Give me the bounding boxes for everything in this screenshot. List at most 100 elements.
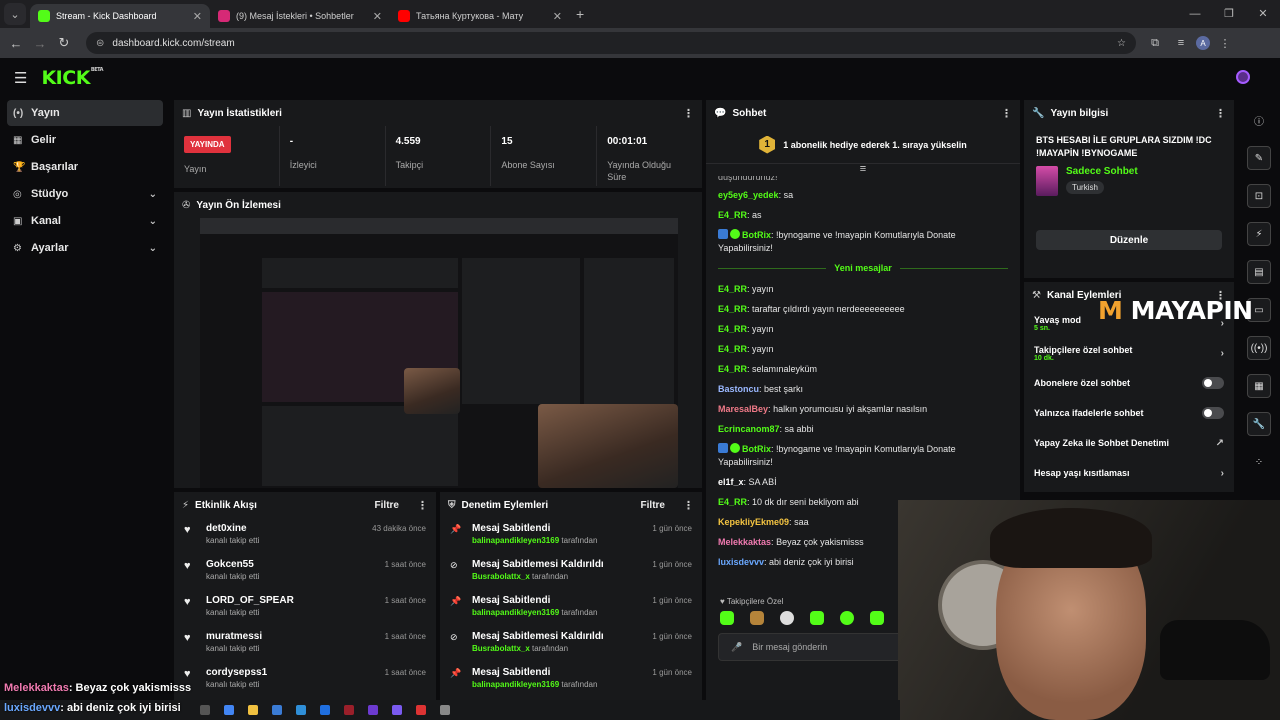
more-options-icon[interactable]: ⋮ xyxy=(683,107,694,120)
tab-close-icon[interactable]: ✕ xyxy=(193,10,202,23)
moderation-item[interactable]: 📌 Mesaj Sabitlendi balinapandikleyen3169 t… xyxy=(440,518,702,554)
back-icon[interactable]: ← xyxy=(4,36,28,51)
emote-icon[interactable] xyxy=(750,611,764,625)
sidebar-item-5[interactable]: ⚙ Ayarlar ⌄ xyxy=(7,235,163,261)
moderation-item[interactable]: ⊘ Mesaj Sabitlemesi Kaldırıldı Busrabolatt… xyxy=(440,554,702,590)
taskbar-app-icon[interactable] xyxy=(416,705,426,715)
ai-mod-row[interactable]: Yapay Zeka ile Sohbet Denetimi ↗ xyxy=(1024,428,1234,458)
more-options-icon[interactable]: ⋮ xyxy=(1001,107,1012,120)
chat-username[interactable]: BotRix xyxy=(742,444,771,454)
emote-chat-toggle[interactable] xyxy=(1202,407,1224,419)
moderation-filter-button[interactable]: Filtre xyxy=(641,500,665,511)
emote-icon[interactable] xyxy=(720,611,734,625)
chat-username[interactable]: E4_RR xyxy=(718,324,747,334)
broadcast-signal-icon[interactable]: ((•)) xyxy=(1247,336,1271,360)
sidebar-item-3[interactable]: ◎ Stüdyo ⌄ xyxy=(7,181,163,207)
activity-item[interactable]: ♥ det0xine kanalı takip etti 43 dakika önce xyxy=(174,518,436,554)
emote-icon[interactable] xyxy=(810,611,824,625)
sidebar-item-0[interactable]: (•) Yayın xyxy=(7,100,163,126)
activity-item[interactable]: ♥ Gokcen55 kanalı takip etti 1 saat önce xyxy=(174,554,436,590)
layout-icon[interactable]: ▦ xyxy=(1247,374,1271,398)
kick-logo[interactable]: KICKBETA xyxy=(41,67,103,89)
taskbar-app-icon[interactable] xyxy=(368,705,378,715)
moderation-user[interactable]: Busrabolattx_x xyxy=(472,572,530,581)
chat-username[interactable]: luxisdevvv xyxy=(718,557,764,567)
user-avatar[interactable] xyxy=(1236,70,1250,84)
taskbar-app-icon[interactable] xyxy=(248,705,258,715)
clipboard-icon[interactable]: ▤ xyxy=(1247,260,1271,284)
chat-username[interactable]: E4_RR xyxy=(718,344,747,354)
taskbar-app-icon[interactable] xyxy=(392,705,402,715)
wrench-rail-icon[interactable]: 🔧 xyxy=(1247,412,1271,436)
activity-item[interactable]: ♥ cordysepss1 kanalı takip etti 1 saat önce xyxy=(174,662,436,698)
info-icon[interactable]: ⓘ xyxy=(1247,108,1271,132)
chat-username[interactable]: Melekkaktas xyxy=(718,537,771,547)
chat-username[interactable]: ey5ey6_yedek xyxy=(718,190,779,200)
taskbar-app-icon[interactable] xyxy=(440,705,450,715)
moderation-user[interactable]: balinapandikleyen3169 xyxy=(472,680,559,689)
emote-icon[interactable] xyxy=(870,611,884,625)
more-options-icon[interactable]: ⋮ xyxy=(683,499,694,512)
tab-search-icon[interactable]: ⌄ xyxy=(4,3,26,25)
minimize-icon[interactable]: — xyxy=(1178,0,1212,28)
activity-item[interactable]: ♥ LORD_OF_SPEAR kanalı takip etti 1 saat ön… xyxy=(174,590,436,626)
reload-icon[interactable]: ↻ xyxy=(52,35,76,51)
activity-item[interactable]: ♥ muratmessi kanalı takip etti 1 saat önce xyxy=(174,626,436,662)
site-info-icon[interactable]: ⊜ xyxy=(96,38,104,49)
address-bar[interactable]: ⊜ dashboard.kick.com/stream ☆ xyxy=(86,32,1136,54)
moderation-user[interactable]: balinapandikleyen3169 xyxy=(472,536,559,545)
moderation-user[interactable]: Busrabolattx_x xyxy=(472,644,530,653)
taskbar-app-icon[interactable] xyxy=(344,705,354,715)
subs-chat-toggle[interactable] xyxy=(1202,377,1224,389)
bookmark-star-icon[interactable]: ☆ xyxy=(1117,38,1126,49)
moderation-user[interactable]: balinapandikleyen3169 xyxy=(472,608,559,617)
dots-grid-icon[interactable]: ⁘ xyxy=(1247,450,1271,474)
emote-icon[interactable] xyxy=(780,611,794,625)
lightning-icon[interactable]: ⚡ xyxy=(1247,222,1271,246)
close-window-icon[interactable]: ✕ xyxy=(1246,0,1280,28)
chat-username[interactable]: E4_RR xyxy=(718,364,747,374)
extensions-icon[interactable]: ⧉ xyxy=(1144,37,1166,50)
tab-close-icon[interactable]: ✕ xyxy=(373,10,382,23)
edit-button[interactable]: Düzenle xyxy=(1036,230,1222,250)
pencil-icon[interactable]: ✎ xyxy=(1247,146,1271,170)
moderation-item[interactable]: ⊘ Mesaj Sabitlemesi Kaldırıldı Busrabolatt… xyxy=(440,626,702,662)
browser-menu-icon[interactable]: ⋮ xyxy=(1214,37,1236,50)
hamburger-menu-icon[interactable]: ☰ xyxy=(14,69,27,87)
camera-focus-icon[interactable]: ⊡ xyxy=(1247,184,1271,208)
emote-icon[interactable] xyxy=(840,611,854,625)
forward-icon[interactable]: → xyxy=(28,36,52,51)
taskbar-app-icon[interactable] xyxy=(200,705,210,715)
age-limit-row[interactable]: Hesap yaşı kısıtlaması › xyxy=(1024,458,1234,488)
sidebar-item-2[interactable]: 🏆 Başarılar xyxy=(7,154,163,180)
chat-username[interactable]: E4_RR xyxy=(718,304,747,314)
moderation-item[interactable]: 📌 Mesaj Sabitlendi balinapandikleyen3169 t… xyxy=(440,590,702,626)
chat-username[interactable]: MaresalBey xyxy=(718,404,768,414)
gift-sub-banner[interactable]: 1 1 abonelik hediye ederek 1. sıraya yük… xyxy=(706,126,1020,164)
followers-chat-row[interactable]: Takipçilere özel sohbet 10 dk. › xyxy=(1024,338,1234,368)
chat-username[interactable]: E4_RR xyxy=(718,497,747,507)
chat-username[interactable]: KepekliyEkme09 xyxy=(718,517,789,527)
chat-username[interactable]: E4_RR xyxy=(718,210,747,220)
taskbar-app-icon[interactable] xyxy=(296,705,306,715)
mic-icon[interactable]: 🎤 xyxy=(731,642,742,653)
chat-username[interactable]: Bastoncu xyxy=(718,384,759,394)
chat-username[interactable]: BotRix xyxy=(742,230,771,240)
more-options-icon[interactable]: ⋮ xyxy=(417,499,428,512)
chat-username[interactable]: el1f_x xyxy=(718,477,744,487)
sidebar-item-4[interactable]: ▣ Kanal ⌄ xyxy=(7,208,163,234)
pinned-collapse-icon[interactable]: ≡ xyxy=(706,164,1020,176)
maximize-icon[interactable]: ❐ xyxy=(1212,0,1246,28)
chat-username[interactable]: E4_RR xyxy=(718,284,747,294)
media-icon[interactable]: ≡ xyxy=(1170,37,1192,49)
moderation-item[interactable]: 📌 Mesaj Sabitlendi balinapandikleyen3169 t… xyxy=(440,662,702,698)
stream-preview-video[interactable] xyxy=(200,218,678,488)
browser-tab[interactable]: (9) Mesaj İstekleri • Sohbetler ✕ xyxy=(210,4,390,28)
chat-username[interactable]: Ecrincanom87 xyxy=(718,424,780,434)
browser-tab[interactable]: Татьяна Куртукова - Мату ✕ xyxy=(390,4,570,28)
taskbar-app-icon[interactable] xyxy=(320,705,330,715)
sidebar-item-1[interactable]: ▦ Gelir xyxy=(7,127,163,153)
activity-filter-button[interactable]: Filtre xyxy=(375,500,399,511)
tab-close-icon[interactable]: ✕ xyxy=(553,10,562,23)
more-options-icon[interactable]: ⋮ xyxy=(1215,107,1226,120)
